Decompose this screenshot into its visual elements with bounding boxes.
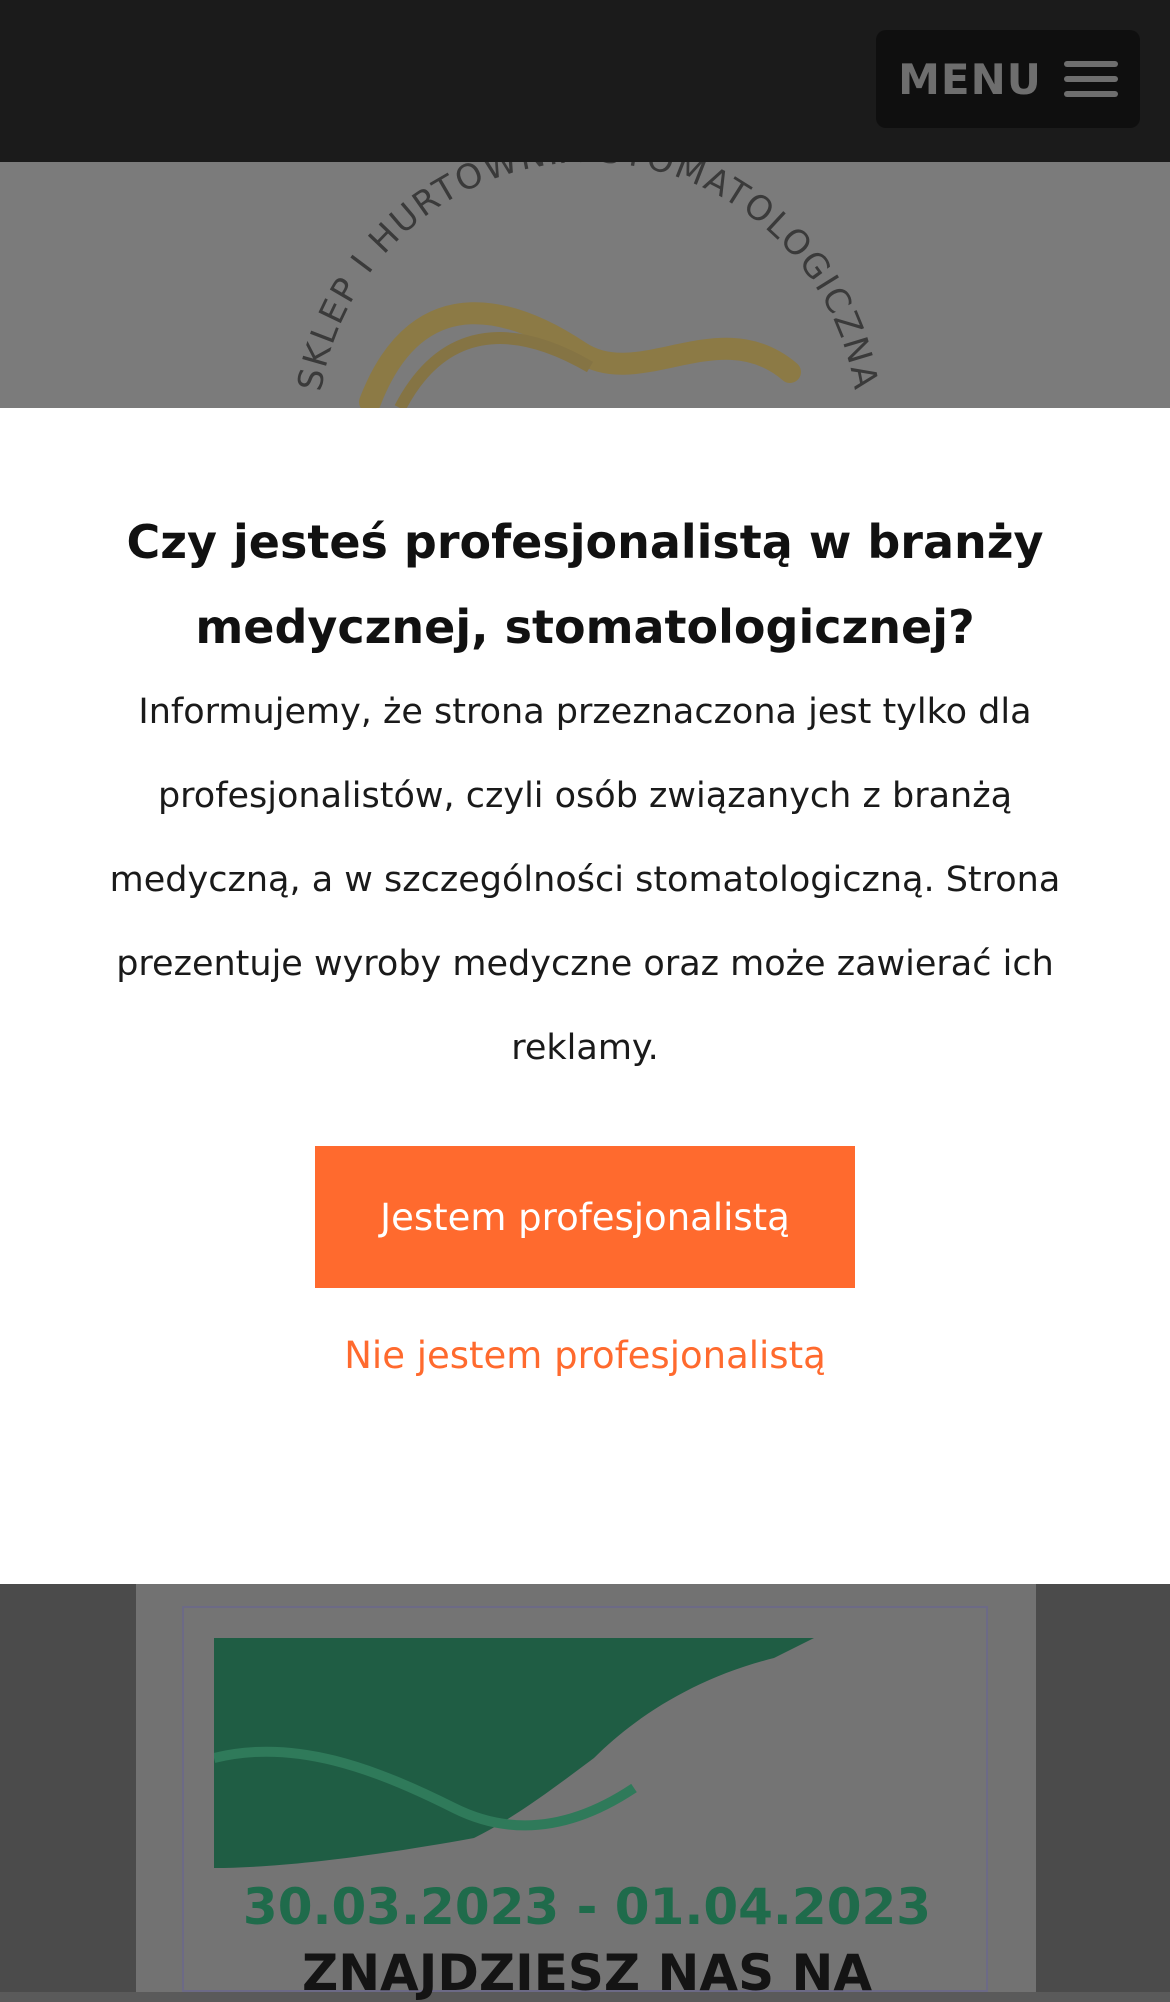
banner-dates: 30.03.2023 - 01.04.2023 xyxy=(242,1878,932,1936)
shop-logo: SKLEP I HURTOWNIA STOMATOLOGICZNA xyxy=(290,162,884,408)
modal-title: Czy jesteś profesjonalistą w branży medy… xyxy=(126,515,1044,654)
event-banner-area: 30.03.2023 - 01.04.2023 ZNAJDZIESZ NAS N… xyxy=(0,1584,1170,2002)
menu-label: MENU xyxy=(898,54,1042,104)
accept-professional-button[interactable]: Jestem profesjonalistą xyxy=(315,1146,855,1288)
decline-professional-link[interactable]: Nie jestem profesjonalistą xyxy=(0,1334,1170,1377)
banner-graphic xyxy=(214,1638,814,1868)
modal-body-text: Informujemy, że strona przeznaczona jest… xyxy=(109,692,1061,1068)
logo-area: SKLEP I HURTOWNIA STOMATOLOGICZNA xyxy=(0,162,1170,408)
event-banner[interactable]: 30.03.2023 - 01.04.2023 ZNAJDZIESZ NAS N… xyxy=(182,1606,988,2002)
banner-find-us: ZNAJDZIESZ NAS NA xyxy=(301,1944,873,2002)
professional-confirmation-modal: Czy jesteś profesjonalistą w branży medy… xyxy=(0,408,1170,1584)
event-banner-container: 30.03.2023 - 01.04.2023 ZNAJDZIESZ NAS N… xyxy=(136,1584,1036,2002)
menu-button[interactable]: MENU xyxy=(876,30,1140,128)
hamburger-icon xyxy=(1063,61,1118,97)
top-bar: MENU xyxy=(0,0,1170,162)
